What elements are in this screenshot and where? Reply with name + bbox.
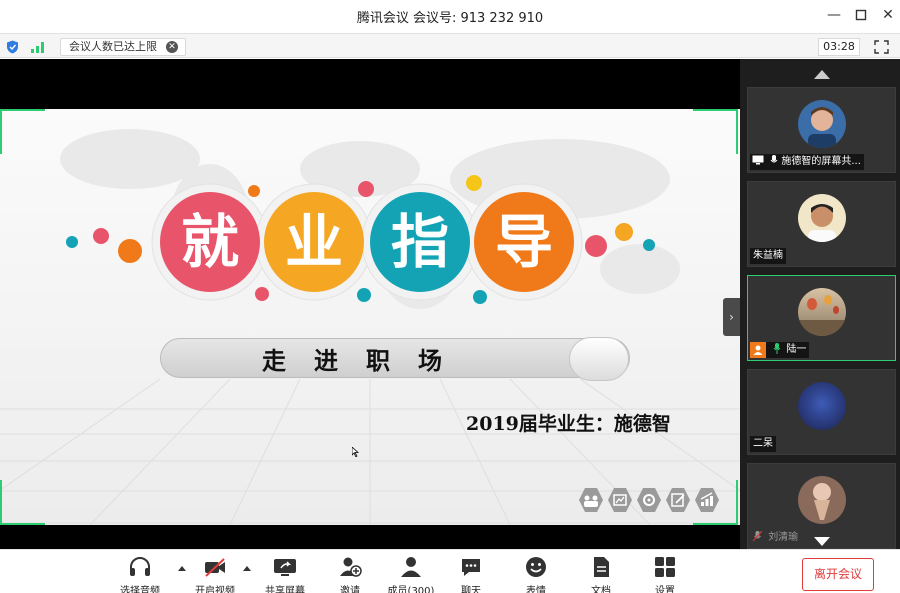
chat-icon [462, 559, 480, 576]
members-button[interactable]: 成员(300) [381, 556, 441, 593]
slide-corner-mark [693, 480, 738, 525]
gear-hex-icon [637, 488, 661, 512]
slide-title-char-2: 业 [284, 208, 343, 276]
participant-tile[interactable]: 朱益楠 [747, 181, 896, 267]
document-icon [594, 557, 609, 577]
toolbar-label: 选择音频 [120, 586, 160, 593]
host-icon [750, 342, 766, 358]
avatar [798, 194, 846, 242]
participant-sidebar: 施德智的屏幕共... 朱益楠 陆一 二呆 刘清瑜 [740, 59, 900, 549]
close-notice-icon[interactable]: ✕ [166, 41, 178, 53]
emoji-button[interactable]: 表情 [506, 556, 566, 593]
toolbar-label: 表情 [526, 586, 546, 593]
share-screen-button[interactable]: 共享屏幕 [255, 556, 315, 593]
participant-name-label: 陆一 [750, 342, 810, 358]
emoji-icon [526, 557, 546, 577]
slide-title-char-4: 导 [494, 208, 553, 276]
slide-corner-mark [0, 109, 45, 154]
toolbar-label: 邀请 [340, 586, 360, 593]
microphone-icon [770, 155, 778, 163]
fullscreen-icon[interactable] [874, 40, 889, 54]
participant-name: 施德智的屏幕共... [781, 156, 861, 167]
shared-screen-view: 就 业 指 导 走进职场 2019届毕业生：施德智 [0, 59, 740, 549]
toolbar-label: 开启视频 [195, 586, 235, 593]
participant-tile[interactable]: 施德智的屏幕共... [747, 87, 896, 173]
notice-text: 会议人数已达上限 [69, 40, 157, 53]
toolbar-label: 共享屏幕 [265, 586, 305, 593]
participant-tile-active[interactable]: 陆一 [747, 275, 896, 361]
subtitle-bar-knob [569, 337, 629, 381]
shield-icon[interactable] [6, 40, 19, 54]
minimize-icon[interactable]: — [822, 4, 846, 26]
participant-name: 二呆 [753, 438, 773, 449]
slide-author: 2019届毕业生：施德智 [466, 413, 671, 435]
leave-meeting-button[interactable]: 离开会议 [802, 558, 874, 591]
microphone-muted-icon [752, 530, 763, 542]
team-hex-icon [579, 488, 603, 512]
avatar [798, 288, 846, 336]
collapse-sidebar-button[interactable]: › [723, 298, 740, 336]
chat-button[interactable]: 聊天 [441, 556, 501, 593]
close-icon[interactable]: ✕ [876, 4, 900, 26]
window-title: 腾讯会议 会议号: 913 232 910 [356, 11, 544, 26]
slide-subtitle: 走进职场 [262, 346, 470, 375]
meeting-window: 腾讯会议 会议号: 913 232 910 — ✕ 会议人数已达上限 ✕ 03:… [0, 0, 900, 593]
participant-name-label: 刘清瑜 [750, 530, 801, 546]
invite-button[interactable]: 邀请 [320, 556, 380, 593]
avatar [798, 382, 846, 430]
microphone-active-icon [773, 343, 781, 354]
participant-name-label: 朱益楠 [750, 248, 786, 264]
signal-icon[interactable] [31, 41, 46, 53]
share-screen-icon [274, 559, 296, 576]
cursor-icon [352, 447, 360, 457]
start-video-button[interactable]: 开启视频 [185, 556, 245, 593]
headset-icon [130, 557, 150, 576]
meeting-full-notice: 会议人数已达上限 ✕ [60, 38, 186, 56]
participant-name: 刘清瑜 [768, 532, 799, 543]
meeting-timer: 03:28 [818, 38, 860, 56]
slide-title-char-3: 指 [390, 208, 449, 276]
presentation-slide: 就 业 指 导 走进职场 2019届毕业生：施德智 [0, 109, 740, 525]
participant-name: 朱益楠 [753, 250, 783, 261]
members-icon [401, 557, 421, 577]
scroll-up-arrow[interactable] [814, 70, 830, 79]
maximize-icon[interactable] [849, 4, 873, 26]
settings-icon [655, 557, 675, 577]
invite-icon [340, 557, 362, 577]
toolbar-label: 文档 [591, 586, 611, 593]
screen-share-icon [752, 155, 764, 165]
settings-button[interactable]: 设置 [635, 556, 695, 593]
status-bar: 会议人数已达上限 ✕ 03:28 [0, 33, 900, 58]
slide-corner-mark [693, 109, 738, 154]
slide-corner-mark [0, 480, 45, 525]
video-options-caret[interactable] [243, 566, 251, 571]
avatar [798, 100, 846, 148]
video-off-icon [205, 558, 225, 577]
document-button[interactable]: 文档 [571, 556, 631, 593]
select-audio-button[interactable]: 选择音频 [110, 556, 170, 593]
participant-name: 陆一 [786, 344, 807, 355]
toolbar-label: 设置 [655, 586, 675, 593]
participant-name-label: 施德智的屏幕共... [750, 154, 864, 170]
scroll-down-arrow[interactable] [814, 537, 830, 546]
world-map-background [0, 129, 740, 525]
participant-name-label: 二呆 [750, 436, 776, 452]
participant-tile[interactable]: 二呆 [747, 369, 896, 455]
chart-hex-icon [608, 488, 632, 512]
toolbar-label: 聊天 [461, 586, 481, 593]
edit-hex-icon [666, 488, 690, 512]
slide-title-char-1: 就 [180, 208, 239, 276]
avatar [798, 476, 846, 524]
title-bar: 腾讯会议 会议号: 913 232 910 — ✕ [0, 0, 900, 32]
toolbar-label: 成员(300) [387, 586, 435, 593]
